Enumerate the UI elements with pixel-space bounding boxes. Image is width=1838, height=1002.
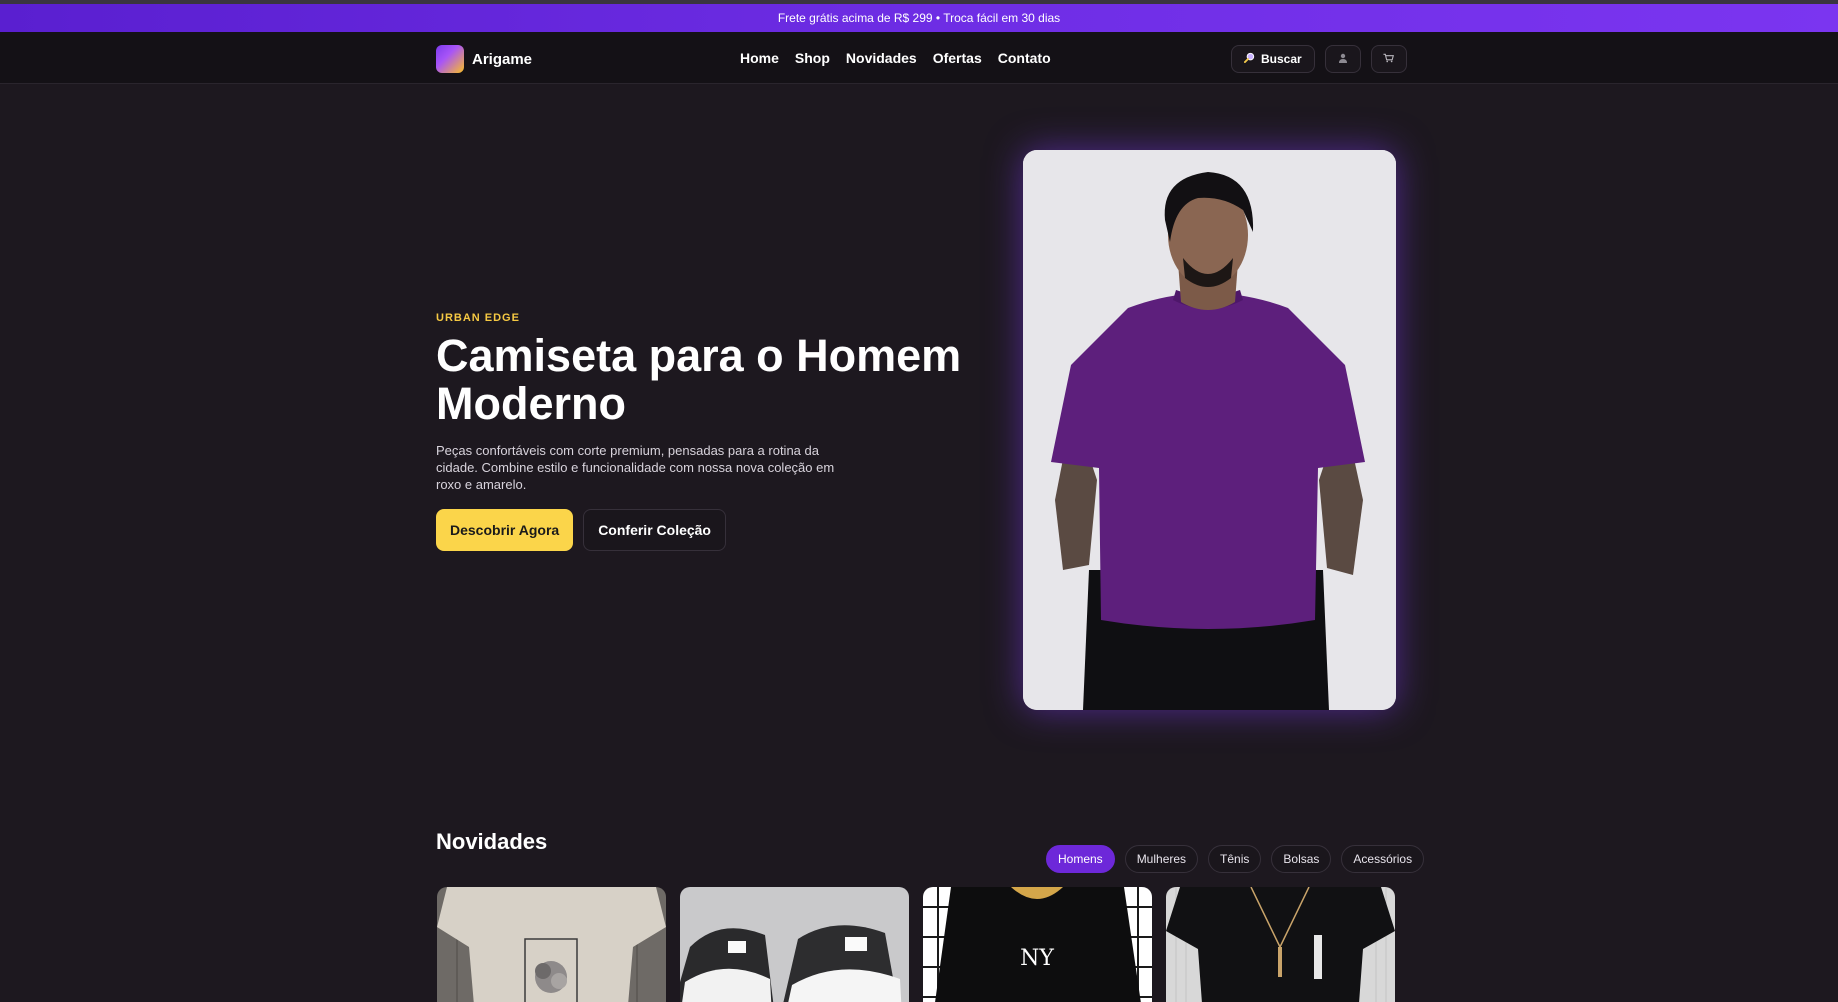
- navbar: Arigame Home Shop Novidades Ofertas Cont…: [0, 32, 1838, 84]
- ny-black-hoodie-image: NY: [923, 887, 1152, 1002]
- novidades-title: Novidades: [436, 829, 548, 854]
- filter-acessorios[interactable]: Acessórios: [1341, 845, 1425, 873]
- category-filters: Homens Mulheres Tênis Bolsas Acessórios: [1046, 845, 1425, 873]
- dc-sneakers-image: [680, 887, 909, 1002]
- hero-eyebrow: URBAN EDGE: [436, 312, 520, 324]
- product-card[interactable]: [680, 887, 909, 1002]
- filter-mulheres[interactable]: Mulheres: [1124, 845, 1199, 873]
- product-card[interactable]: [1166, 887, 1395, 1002]
- cart-button[interactable]: [1370, 45, 1407, 73]
- search-button-label: Buscar: [1261, 52, 1302, 66]
- nav-link-ofertas[interactable]: Ofertas: [933, 50, 982, 66]
- product-grid: NY: [437, 887, 1395, 1002]
- hero-title: Camiseta para o Homem Moderno: [436, 330, 962, 429]
- nav-link-shop[interactable]: Shop: [795, 50, 830, 66]
- nav-link-contato[interactable]: Contato: [998, 50, 1051, 66]
- hero-section: URBAN EDGE Camiseta para o Homem Moderno…: [436, 312, 976, 551]
- model-purple-tshirt-illustration: [1023, 150, 1396, 710]
- beige-floral-tshirt-image: [437, 887, 666, 1002]
- ny-logo-mark: NY: [1020, 946, 1054, 971]
- brand[interactable]: Arigame: [436, 45, 532, 73]
- black-graphic-tshirt-image: [1166, 887, 1395, 1002]
- search-button[interactable]: Buscar: [1231, 45, 1315, 73]
- product-card[interactable]: [437, 887, 666, 1002]
- promo-bar: Frete grátis acima de R$ 299 • Troca fác…: [0, 4, 1838, 32]
- nav-link-home[interactable]: Home: [740, 50, 779, 66]
- filter-homens[interactable]: Homens: [1046, 845, 1115, 873]
- hero-description: Peças confortáveis com corte premium, pe…: [436, 443, 835, 492]
- filter-bolsas[interactable]: Bolsas: [1271, 845, 1332, 873]
- discover-now-button[interactable]: Descobrir Agora: [436, 509, 574, 551]
- nav-link-novidades[interactable]: Novidades: [846, 50, 917, 66]
- brand-name: Arigame: [472, 50, 533, 68]
- cart-icon: [1383, 50, 1395, 68]
- filter-tenis[interactable]: Tênis: [1208, 845, 1262, 873]
- hero-product-image: [1023, 150, 1396, 710]
- user-icon: [1338, 50, 1348, 68]
- nav-actions: Buscar: [1231, 45, 1407, 73]
- view-collection-button[interactable]: Conferir Coleção: [583, 509, 726, 551]
- promo-text: Frete grátis acima de R$ 299 • Troca fác…: [777, 11, 1061, 25]
- product-card[interactable]: NY: [923, 887, 1152, 1002]
- main-nav: Home Shop Novidades Ofertas Contato: [740, 50, 1051, 66]
- search-icon: [1244, 52, 1255, 66]
- brand-logo-icon: [436, 45, 464, 73]
- account-button[interactable]: [1324, 45, 1361, 73]
- hero-buttons: Descobrir Agora Conferir Coleção: [436, 509, 976, 551]
